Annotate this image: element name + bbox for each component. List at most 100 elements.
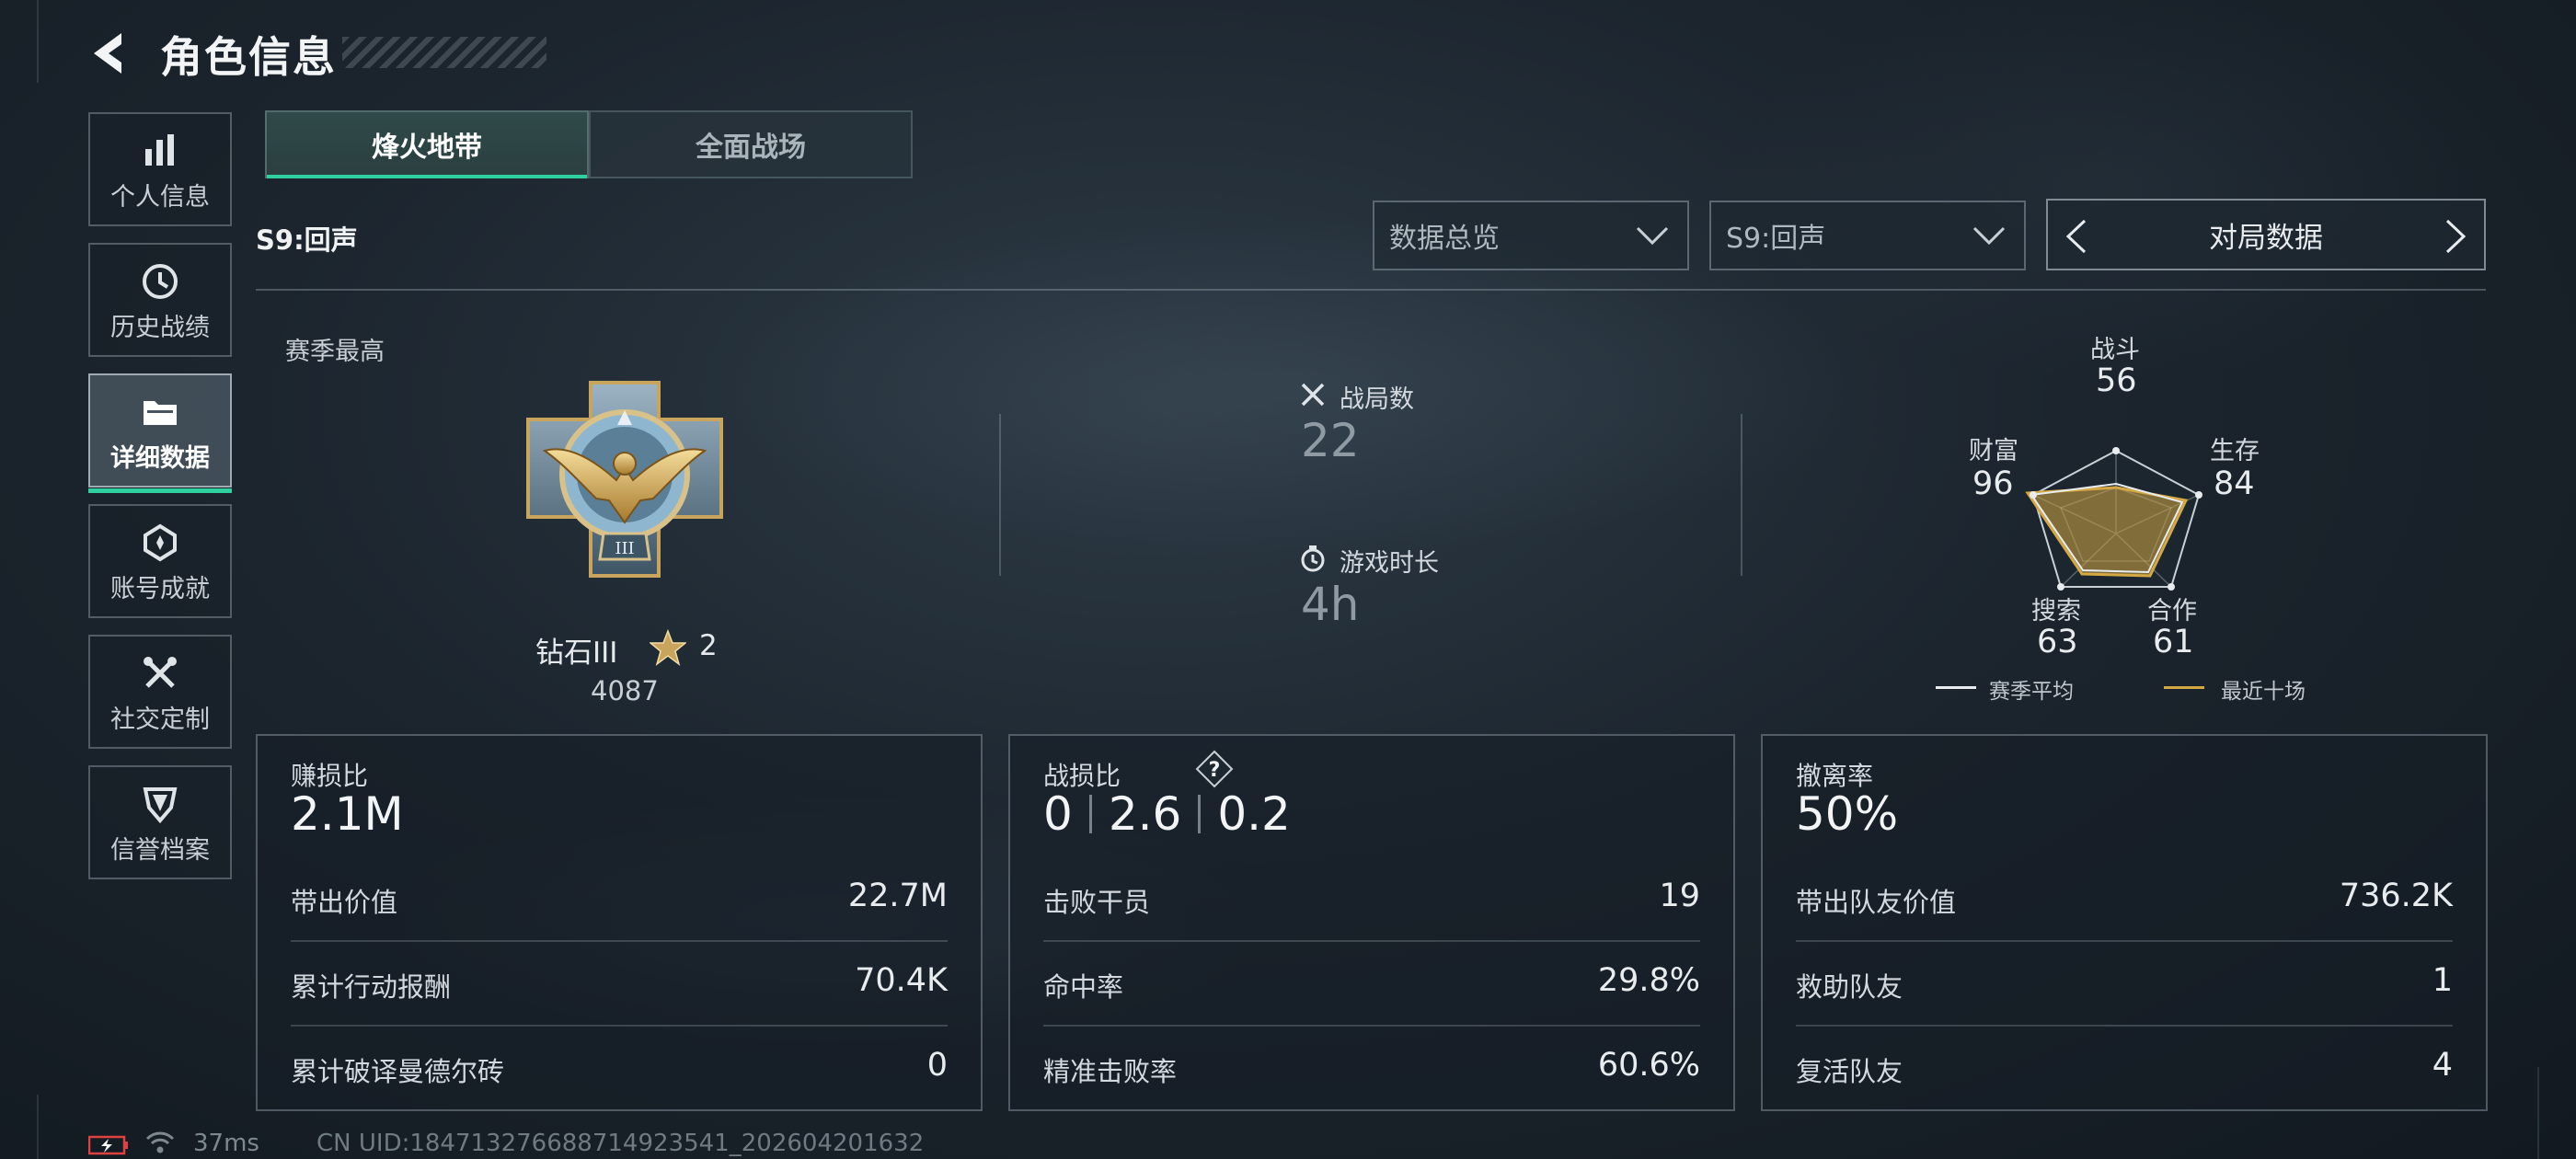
- legend-recent-label: 最近十场: [2221, 680, 2306, 704]
- divider: [256, 289, 2486, 291]
- radar-value-wealth: 96: [1972, 465, 2014, 502]
- card-value: 50%: [1796, 787, 1899, 841]
- sidebar-item-social[interactable]: 社交定制: [88, 635, 232, 749]
- crossed-swords-icon: [1301, 383, 1325, 407]
- rank-badge-icon: III: [526, 381, 723, 578]
- star-icon: [650, 629, 686, 666]
- pager-label: 对局数据: [2209, 221, 2323, 255]
- divider: [999, 414, 1001, 576]
- sidebar-item-label: 社交定制: [110, 706, 210, 734]
- sidebar-item-detailed-data[interactable]: 详细数据: [88, 373, 232, 493]
- sidebar-item-label: 详细数据: [110, 444, 210, 473]
- kd-separator: [1198, 795, 1202, 833]
- history-icon: [143, 264, 178, 299]
- chevron-left-icon[interactable]: [2064, 219, 2088, 254]
- row-label: 带出价值: [291, 887, 398, 918]
- radar-value-survival: 84: [2214, 465, 2255, 502]
- stat-row: 命中率 29.8%: [1043, 940, 1700, 1023]
- stat-row: 带出价值 22.7M: [291, 855, 948, 938]
- tab-label: 全面战场: [696, 132, 806, 164]
- sidebar-item-reputation[interactable]: 信誉档案: [88, 765, 232, 879]
- season-label: S9:回声: [256, 224, 358, 256]
- radar-value-coop: 61: [2153, 624, 2194, 660]
- chevron-down-icon: [1636, 226, 1669, 246]
- ping-text: 37ms: [193, 1130, 259, 1157]
- frame-line: [2537, 1067, 2539, 1159]
- row-label: 精准击败率: [1043, 1056, 1178, 1087]
- row-label: 救助队友: [1796, 971, 1903, 1003]
- help-icon-glyph: ?: [1209, 759, 1221, 782]
- divider: [1741, 414, 1742, 576]
- kd-separator: [1088, 795, 1092, 833]
- row-label: 带出队友价值: [1796, 887, 1957, 918]
- frame-line: [37, 1095, 39, 1159]
- stat-row: 精准击败率 60.6%: [1043, 1025, 1700, 1107]
- row-label: 命中率: [1043, 971, 1124, 1003]
- kd-values: 0 2.6 0.2: [1043, 787, 1291, 841]
- frame-line: [37, 0, 39, 83]
- help-icon[interactable]: ?: [1194, 749, 1235, 789]
- sidebar-item-history[interactable]: 历史战绩: [88, 243, 232, 357]
- svg-text:III: III: [615, 539, 634, 558]
- season-best-label: 赛季最高: [285, 338, 385, 366]
- legend-recent-swatch: [2164, 686, 2204, 689]
- legend-average-label: 赛季平均: [1989, 680, 2074, 704]
- row-value: 736.2K: [2339, 878, 2453, 914]
- playtime-value: 4h: [1301, 578, 1360, 631]
- radar-label-wealth: 财富: [1969, 437, 2018, 465]
- stopwatch-icon: [1301, 545, 1325, 572]
- sidebar-item-label: 个人信息: [110, 183, 210, 212]
- tab-label: 烽火地带: [372, 132, 482, 164]
- bar-chart-icon: [145, 134, 174, 166]
- kd-value-1: 0: [1043, 787, 1073, 841]
- row-label: 复活队友: [1796, 1056, 1903, 1087]
- folder-icon: [144, 401, 177, 425]
- data-pager: 对局数据: [2046, 199, 2486, 270]
- wifi-icon: [145, 1131, 175, 1153]
- active-indicator: [88, 488, 232, 493]
- kd-card: 战损比 ? 0 2.6 0.2 击败干员 19 命中率 29.8% 精准击败率 …: [1008, 734, 1735, 1111]
- back-arrow-icon[interactable]: [85, 28, 136, 79]
- row-value: 1: [2432, 962, 2453, 999]
- dropdown-value: 数据总览: [1389, 223, 1500, 255]
- active-tab-indicator: [267, 175, 587, 178]
- playtime-label: 游戏时长: [1340, 549, 1439, 578]
- card-value: 2.1M: [291, 787, 404, 841]
- battery-icon: [88, 1135, 128, 1155]
- radar-value-combat: 56: [2096, 362, 2137, 399]
- row-value: 29.8%: [1597, 962, 1700, 999]
- kd-value-3: 0.2: [1217, 787, 1291, 841]
- tab-full-battlefield[interactable]: 全面战场: [589, 110, 913, 178]
- sidebar-item-label: 信誉档案: [110, 836, 210, 865]
- tab-warzone[interactable]: 烽火地带: [265, 110, 589, 178]
- matches-label: 战局数: [1340, 385, 1414, 414]
- legend-average-swatch: [1936, 686, 1976, 689]
- sidebar-item-achievements[interactable]: 账号成就: [88, 504, 232, 618]
- row-value: 70.4K: [855, 962, 948, 999]
- stat-row: 累计行动报酬 70.4K: [291, 940, 948, 1023]
- tools-icon: [144, 657, 177, 688]
- chevron-right-icon[interactable]: [2444, 219, 2467, 254]
- sidebar-item-personal-info[interactable]: 个人信息: [88, 112, 232, 226]
- radar-value-search: 63: [2037, 624, 2078, 660]
- rank-score: 4087: [591, 675, 659, 706]
- row-label: 累计破译曼德尔砖: [291, 1056, 505, 1087]
- row-value: 19: [1659, 878, 1700, 914]
- sidebar-item-label: 历史战绩: [110, 314, 210, 342]
- stat-row: 击败干员 19: [1043, 855, 1700, 938]
- page-title: 角色信息: [160, 32, 337, 82]
- row-value: 22.7M: [847, 878, 948, 914]
- stat-row: 救助队友 1: [1796, 940, 2453, 1023]
- radar-label-search: 搜索: [2031, 597, 2081, 625]
- row-value: 60.6%: [1597, 1047, 1700, 1084]
- view-dropdown[interactable]: 数据总览: [1373, 201, 1689, 270]
- profit-card: 赚损比 2.1M 带出价值 22.7M 累计行动报酬 70.4K 累计破译曼德尔…: [256, 734, 983, 1111]
- row-value: 4: [2432, 1047, 2453, 1084]
- row-value: 0: [926, 1047, 948, 1084]
- sidebar-item-label: 账号成就: [110, 575, 210, 603]
- matches-value: 22: [1301, 414, 1360, 467]
- season-dropdown[interactable]: S9:回声: [1709, 201, 2026, 270]
- extract-card: 撤离率 50% 带出队友价值 736.2K 救助队友 1 复活队友 4: [1761, 734, 2488, 1111]
- uid-text: CN UID:184713276688714923541_20260420163…: [316, 1130, 925, 1157]
- rank-name: 钻石III: [535, 637, 618, 670]
